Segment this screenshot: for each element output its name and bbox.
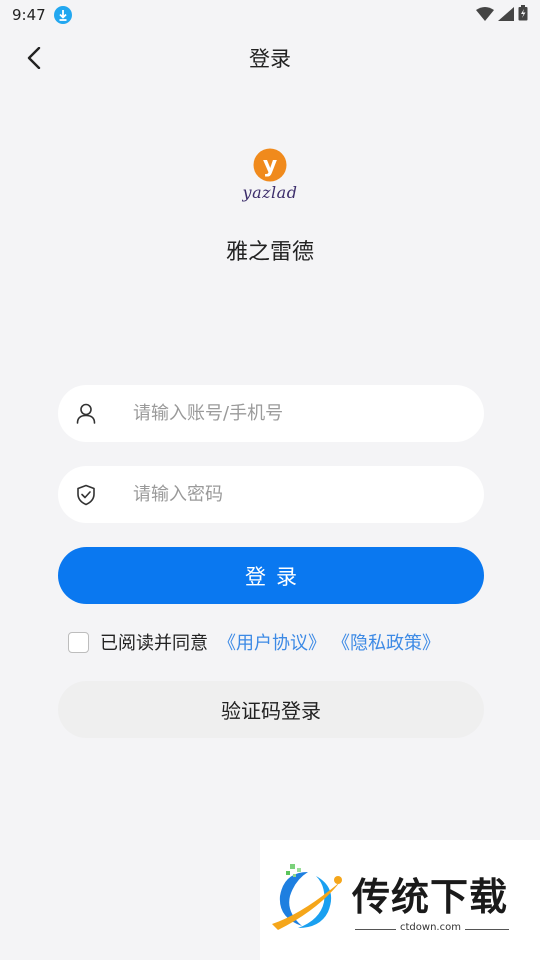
agreement-row: 已阅读并同意 《用户协议》 《隐私政策》 (68, 628, 440, 656)
status-time: 9:47 (12, 6, 46, 24)
account-input[interactable] (133, 393, 453, 434)
battery-icon (518, 5, 528, 25)
agreement-text: 已阅读并同意 (100, 633, 208, 654)
privacy-policy-link[interactable]: 《隐私政策》 (332, 629, 440, 655)
user-icon (75, 403, 97, 425)
status-right (476, 5, 528, 25)
password-input[interactable] (133, 474, 453, 515)
cellular-signal-icon (498, 6, 514, 25)
page-title: 登录 (249, 47, 291, 71)
status-left: 9:47 (12, 6, 72, 24)
agreement-checkbox[interactable] (68, 631, 89, 653)
user-agreement-link[interactable]: 《用户协议》 (218, 629, 326, 655)
logo-mark-icon: y (253, 148, 287, 182)
logo-letter: y (263, 153, 277, 178)
sms-code-login-button[interactable]: 验证码登录 (58, 681, 484, 738)
app-name: 雅之雷德 (225, 240, 314, 265)
watermark-domain: ctdown.com (396, 922, 465, 933)
shield-check-icon (75, 484, 97, 506)
login-button[interactable]: 登录 (58, 547, 484, 604)
back-button[interactable] (18, 42, 50, 74)
password-input-container (58, 466, 484, 523)
chevron-left-icon (27, 47, 41, 69)
account-input-container (58, 385, 484, 442)
watermark-logo-icon (272, 864, 342, 930)
nav-bar: 登录 (0, 30, 540, 86)
logo-wordmark: yazlad (242, 183, 298, 202)
app-logo: y yazlad (230, 148, 310, 210)
watermark: 传统下载 ctdown.com (260, 840, 540, 960)
status-bar: 9:47 (0, 0, 540, 30)
download-icon (53, 6, 72, 24)
watermark-text: 传统下载 (352, 875, 509, 919)
wifi-icon (476, 6, 494, 25)
